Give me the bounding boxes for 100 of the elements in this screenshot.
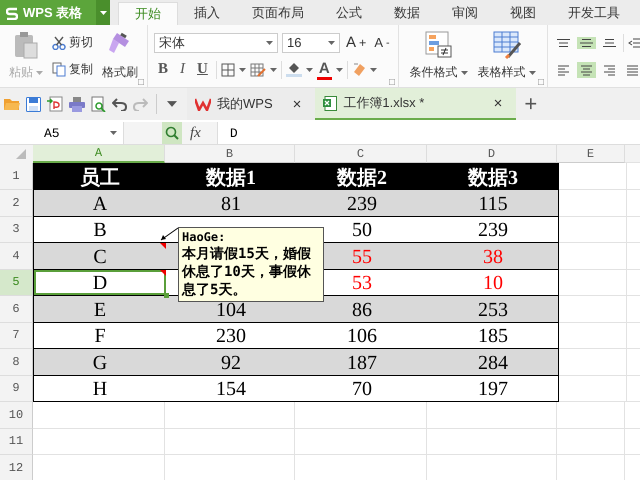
fill-handle[interactable] [164,293,169,298]
ribbon-tab[interactable]: 数据 [378,0,436,25]
column-header[interactable]: E [557,145,625,163]
print-preview-icon[interactable] [91,96,106,112]
empty-cell[interactable] [165,402,295,428]
underline-button[interactable]: U [193,61,212,78]
table-cell[interactable]: 92 [166,349,296,374]
table-cell[interactable]: 239 [428,216,558,242]
empty-cell[interactable] [427,428,557,455]
eraser-icon[interactable] [352,62,366,78]
menu-dropdown-button[interactable] [96,0,110,25]
printer-icon[interactable] [69,96,85,112]
table-cell[interactable]: 253 [428,296,558,322]
font-color-button[interactable]: A [316,60,332,80]
document-tab[interactable]: 我的WPS × [187,88,316,120]
row-header[interactable]: 10 [0,402,33,428]
ribbon-tab[interactable]: 插入 [178,0,236,25]
empty-cell[interactable] [427,402,557,428]
insert-function-button[interactable]: fx [182,122,217,144]
conditional-format-button[interactable]: 条件格式 [406,29,471,83]
empty-cell[interactable] [295,402,427,428]
column-title[interactable]: 数据3 [428,163,558,189]
decrease-indent-icon[interactable] [628,37,640,49]
name-box[interactable]: A5 [0,122,124,144]
table-cell[interactable]: 81 [166,190,296,216]
fill-bucket-icon[interactable] [286,62,302,78]
undo-icon[interactable] [112,97,127,111]
column-title[interactable]: 数据2 [296,163,428,189]
row-header[interactable]: 2 [0,190,33,216]
comment-text: 本月请假15天，婚假休息了10天，事假休息了5天。 [182,246,311,298]
font-name-field[interactable]: 宋体 [154,32,278,53]
caret-icon [460,70,468,74]
italic-button[interactable]: I [176,61,190,78]
empty-cell[interactable] [165,428,295,455]
formula-field[interactable]: D [216,122,640,144]
empty-cell[interactable] [557,402,625,428]
table-cell[interactable]: H [34,376,166,401]
caret-icon [328,40,335,45]
table-cell[interactable]: 187 [296,349,428,374]
table-cell[interactable]: C [34,243,166,268]
close-tab-button[interactable]: × [480,94,508,112]
export-pdf-icon[interactable] [47,96,63,112]
ribbon-tab[interactable]: 视图 [494,0,552,25]
save-icon[interactable] [26,96,41,112]
close-tab-button[interactable]: × [278,94,308,114]
table-cell[interactable]: 70 [296,376,428,401]
document-tab[interactable]: 工作簿1.xlsx * × [315,88,516,120]
copy-button[interactable]: 复制 [50,59,95,80]
table-cell[interactable]: B [34,216,166,242]
table-cell[interactable]: E [34,296,166,322]
column-header[interactable]: A [33,145,165,163]
table-cell[interactable]: 10 [428,270,558,295]
dialog-launcher-icon [388,79,395,85]
align-center-button[interactable] [576,62,596,78]
tab-title: 工作簿1.xlsx * [343,94,424,112]
row-header[interactable]: 8 [0,349,33,376]
ribbon-tab[interactable]: 开始 [118,2,178,25]
table-cell[interactable]: 230 [166,322,296,348]
row-header[interactable]: 4 [0,243,33,270]
table-cell[interactable]: 106 [296,322,428,348]
table-cell[interactable]: 284 [428,349,558,374]
font-size-field[interactable]: 16 [282,32,340,53]
caret-icon[interactable] [167,101,177,107]
row-header[interactable]: 9 [0,376,33,402]
empty-cell[interactable] [295,428,427,455]
bold-button[interactable]: B [154,61,172,78]
borders-icon[interactable] [220,62,235,77]
table-cell[interactable]: 115 [428,190,558,216]
table-cell[interactable]: 86 [296,296,428,322]
cut-button[interactable]: 剪切 [50,32,95,53]
ribbon-tab[interactable]: 审阅 [436,0,494,25]
table-cell[interactable]: G [34,349,166,374]
align-middle-button[interactable] [576,37,596,49]
format-painter-button[interactable]: 格式刷 [99,29,141,83]
ribbon-tab[interactable]: 公式 [320,0,378,25]
table-cell[interactable]: 185 [428,322,558,348]
table-fill-icon[interactable] [250,62,266,77]
row-header[interactable]: 6 [0,296,33,322]
folder-icon[interactable] [4,97,20,111]
row-header[interactable]: 12 [0,455,33,480]
ribbon-tab[interactable]: 开发工具 [552,0,636,25]
copy-icon [52,62,66,77]
table-cell[interactable]: 239 [296,190,428,216]
table-cell[interactable]: F [34,322,166,348]
table-cell[interactable]: 154 [166,376,296,401]
ribbon-tab[interactable]: 页面布局 [236,0,320,25]
zoom-button[interactable] [162,122,182,144]
table-cell[interactable]: A [34,190,166,216]
redo-icon[interactable] [133,97,148,111]
row-header[interactable]: 1 [0,163,33,190]
table-cell[interactable]: 197 [428,376,558,401]
column-title[interactable]: 数据1 [166,163,296,189]
table-style-button[interactable]: 表格样式 [474,29,539,83]
table-cell[interactable]: D [34,270,166,295]
new-tab-button[interactable]: + [516,88,546,120]
column-title[interactable]: 员工 [34,163,166,189]
row-header[interactable]: 7 [0,322,33,349]
empty-cell[interactable] [557,428,625,455]
row-header[interactable]: 3 [0,216,33,243]
row-header[interactable]: 11 [0,428,33,455]
